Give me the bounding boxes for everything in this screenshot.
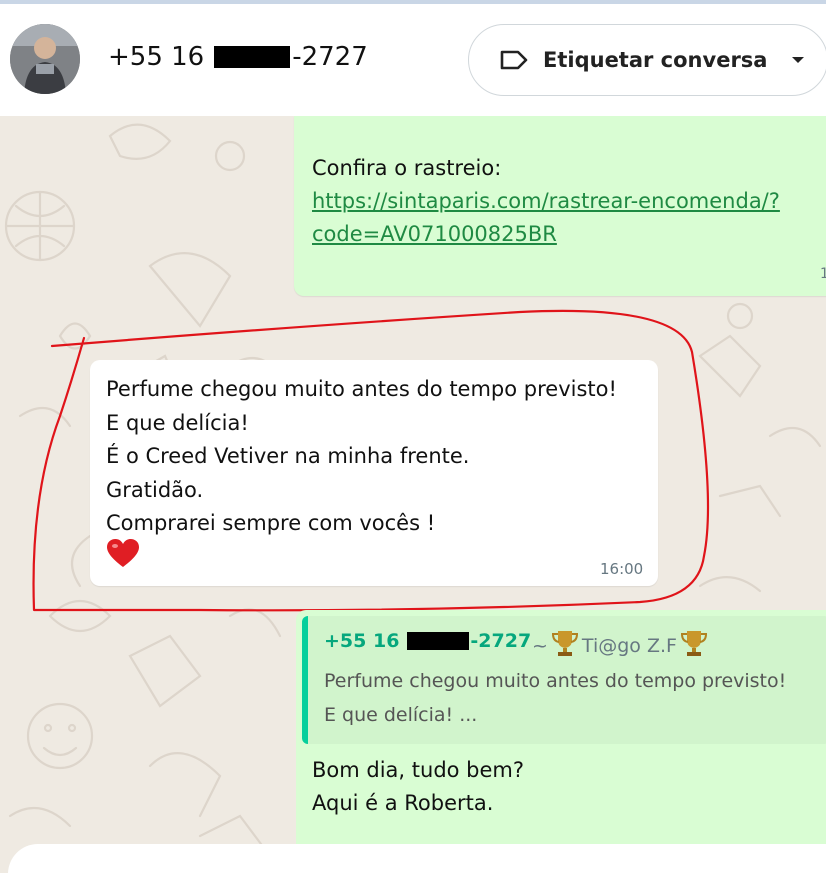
message-composer[interactable] bbox=[8, 844, 826, 873]
tag-button-label: Etiquetar conversa bbox=[543, 48, 768, 72]
quote-author-suffix: -2727 bbox=[470, 630, 532, 652]
trophy-icon bbox=[550, 628, 580, 663]
caret-down-icon[interactable] bbox=[791, 55, 805, 65]
message-body: Bom dia, tudo bem? Aqui é a Roberta. bbox=[312, 754, 524, 820]
chat-header: +55 16 -2727 Etiquetar conversa bbox=[0, 4, 826, 116]
phone-prefix: +55 16 bbox=[108, 42, 205, 72]
trophy-icon bbox=[679, 628, 709, 663]
redaction-bar bbox=[407, 632, 470, 650]
message-line: Aqui é a Roberta. bbox=[312, 791, 494, 815]
quote-accent-bar bbox=[302, 616, 308, 744]
quote-author-name: ~ Ti@go Z.F bbox=[532, 628, 711, 663]
quoted-message[interactable]: +55 16 -2727 ~ Ti@go Z.F Perfume chegou … bbox=[302, 616, 826, 744]
quoted-text-line: E que delícia! ... bbox=[324, 704, 478, 726]
tag-icon bbox=[500, 50, 528, 70]
contact-phone: +55 16 -2727 bbox=[108, 42, 368, 72]
outgoing-message-reply[interactable]: +55 16 -2727 ~ Ti@go Z.F Perfume chegou … bbox=[296, 610, 826, 850]
quote-author-prefix: +55 16 bbox=[324, 630, 400, 652]
quote-author-phone: +55 16 -2727 bbox=[324, 630, 531, 652]
chat-area[interactable]: Confira o rastreio: https://sintaparis.c… bbox=[0, 116, 826, 873]
avatar-photo bbox=[10, 24, 80, 94]
quote-name-prefix: ~ bbox=[532, 634, 548, 657]
message-line: Bom dia, tudo bem? bbox=[312, 758, 525, 782]
quoted-text-line: Perfume chegou muito antes do tempo prev… bbox=[324, 670, 787, 692]
avatar[interactable] bbox=[10, 24, 80, 94]
phone-suffix: -2727 bbox=[292, 42, 368, 72]
tag-conversation-button[interactable]: Etiquetar conversa bbox=[468, 24, 826, 96]
quote-name-text: Ti@go Z.F bbox=[581, 634, 677, 657]
redaction-bar bbox=[214, 46, 291, 68]
